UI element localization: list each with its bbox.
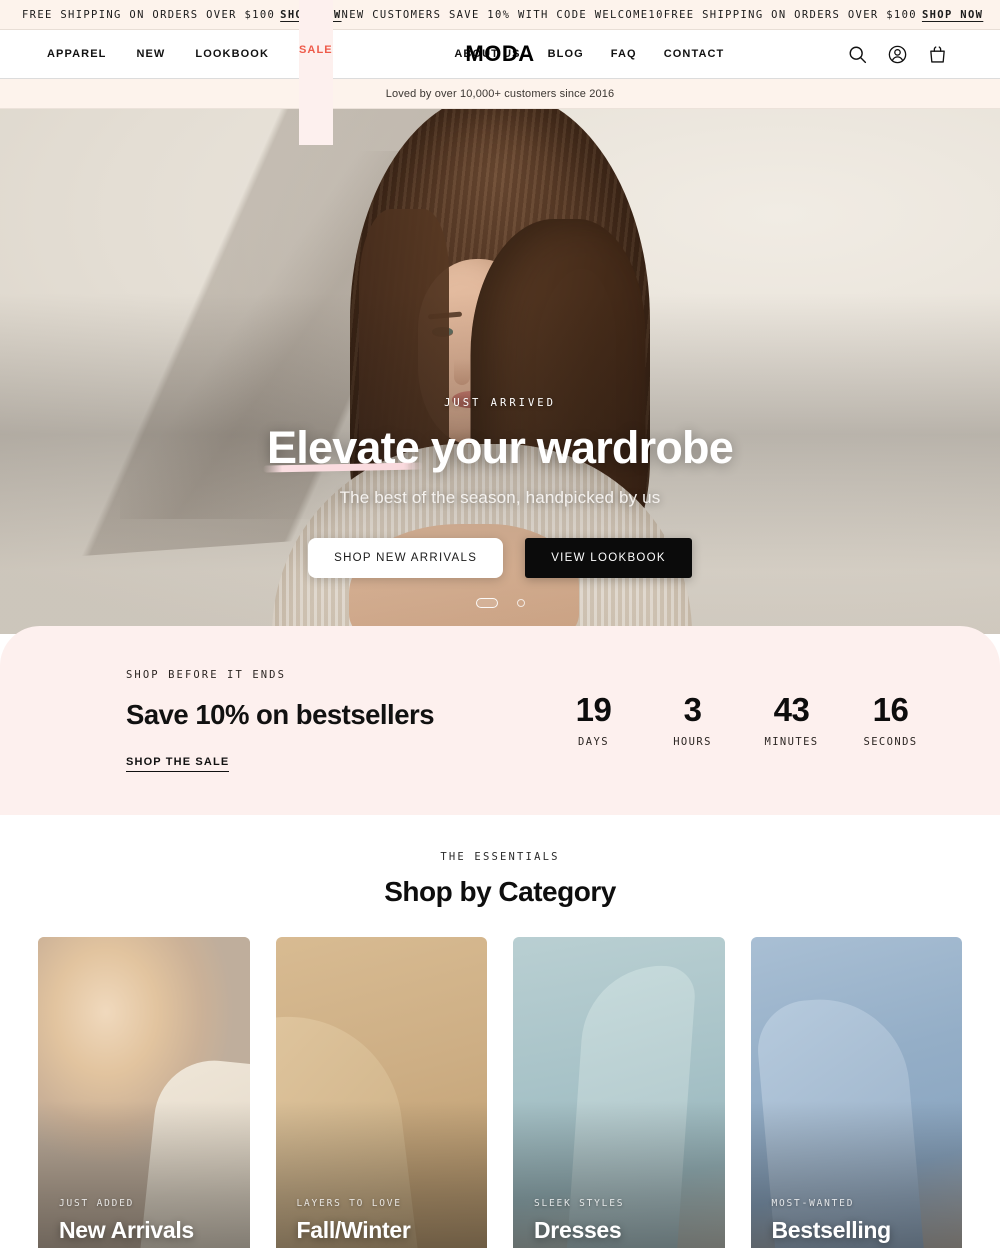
countdown-label-seconds: SECONDS [863, 736, 918, 748]
countdown-value-hours: 3 [683, 691, 702, 728]
hero-banner: JUST ARRIVED Elevate your wardrobe The b… [0, 109, 1000, 634]
category-copy-3: SLEEK STYLES Dresses A look for every oc… [534, 1198, 709, 1248]
sale-countdown-banner: SHOP BEFORE IT ENDS Save 10% on bestsell… [0, 626, 1000, 815]
trust-bar-text: Loved by over 10,000+ customers since 20… [385, 87, 615, 100]
shop-new-arrivals-button[interactable]: SHOP NEW ARRIVALS [308, 537, 504, 578]
category-grid: JUST ADDED New Arrivals Shop the latest … [0, 937, 1000, 1248]
hero-title: Elevate your wardrobe [267, 422, 734, 473]
nav-item-contact[interactable]: CONTACT [664, 48, 725, 60]
category-title-2: Fall/Winter [296, 1217, 411, 1243]
announcement-item-2[interactable]: NEW CUSTOMERS SAVE 10% WITH CODE WELCOME… [342, 9, 664, 21]
countdown-unit-hours: 3 HOURS [643, 693, 742, 748]
sale-title: Save 10% on bestsellers [126, 699, 435, 730]
category-card-fall-winter[interactable]: LAYERS TO LOVE Fall/Winter Stay warm & b… [275, 937, 487, 1248]
hero-subtitle: The best of the season, handpicked by us [339, 487, 661, 507]
category-eyebrow-1: JUST ADDED [59, 1198, 135, 1209]
category-section-eyebrow: THE ESSENTIALS [440, 851, 560, 863]
category-eyebrow-3: SLEEK STYLES [534, 1198, 625, 1209]
nav-item-new[interactable]: NEW [136, 48, 165, 60]
category-title-1: New Arrivals [59, 1217, 194, 1243]
countdown-value-seconds: 16 [872, 691, 909, 728]
hero-title-highlight: Elevate [267, 422, 420, 473]
nav-item-apparel[interactable]: APPAREL [47, 48, 106, 60]
header-actions [846, 42, 950, 66]
category-eyebrow-2: LAYERS TO LOVE [296, 1198, 402, 1209]
announcement-item-3[interactable]: FREE SHIPPING ON ORDERS OVER $100 SHOP NO… [664, 9, 984, 21]
category-section-title: Shop by Category [384, 876, 616, 907]
nav-item-lookbook[interactable]: LOOKBOOK [195, 48, 269, 60]
countdown-label-days: DAYS [578, 736, 609, 748]
announcement-text-3: FREE SHIPPING ON ORDERS OVER $100 [663, 8, 917, 21]
cart-icon[interactable] [926, 42, 950, 66]
countdown-value-days: 19 [575, 691, 612, 728]
countdown-unit-minutes: 43 MINUTES [742, 693, 841, 748]
hero-cta-group: SHOP NEW ARRIVALS VIEW LOOKBOOK [308, 537, 692, 578]
site-header: APPAREL NEW LOOKBOOK SALE MODA ABOUT US … [0, 0, 1000, 145]
countdown-timer: 19 DAYS 3 HOURS 43 MINUTES 16 SECONDS [544, 693, 940, 748]
countdown-value-minutes: 43 [773, 691, 810, 728]
category-section: THE ESSENTIALS Shop by Category JUST ADD… [0, 815, 1000, 1248]
category-card-dresses[interactable]: SLEEK STYLES Dresses A look for every oc… [513, 937, 725, 1248]
nav-item-sale[interactable]: SALE [299, 0, 333, 145]
nav-item-faq[interactable]: FAQ [611, 48, 637, 60]
account-icon[interactable] [886, 42, 910, 66]
announcement-text-2: NEW CUSTOMERS SAVE 10% WITH CODE WELCOME… [341, 8, 664, 21]
category-copy-1: JUST ADDED New Arrivals Shop the latest … [59, 1198, 234, 1248]
countdown-label-minutes: MINUTES [764, 736, 819, 748]
category-title-4: Bestselling [771, 1217, 892, 1243]
site-logo[interactable]: MODA [465, 41, 534, 67]
hero-carousel-dots [0, 598, 1000, 608]
announcement-cta-3[interactable]: SHOP NOW [922, 9, 983, 21]
sale-banner-copy: SHOP BEFORE IT ENDS Save 10% on bestsell… [0, 669, 435, 772]
search-icon[interactable] [846, 42, 870, 66]
hero-title-rest: your wardrobe [419, 422, 734, 473]
category-copy-2: LAYERS TO LOVE Fall/Winter Stay warm & b… [297, 1198, 472, 1248]
nav-item-blog[interactable]: BLOG [548, 48, 584, 60]
countdown-unit-seconds: 16 SECONDS [841, 693, 940, 748]
category-card-new-arrivals[interactable]: JUST ADDED New Arrivals Shop the latest … [38, 937, 250, 1248]
carousel-dot-1[interactable] [475, 598, 498, 608]
view-lookbook-button[interactable]: VIEW LOOKBOOK [525, 537, 692, 578]
countdown-unit-days: 19 DAYS [544, 693, 643, 748]
category-card-bestselling[interactable]: MOST-WANTED Bestselling Your favorites, … [750, 937, 962, 1248]
sale-eyebrow: SHOP BEFORE IT ENDS [126, 669, 287, 681]
category-copy-4: MOST-WANTED Bestselling Your favorites, … [772, 1198, 947, 1248]
hero-eyebrow: JUST ARRIVED [444, 397, 556, 409]
shop-the-sale-link[interactable]: SHOP THE SALE [126, 756, 230, 772]
category-eyebrow-4: MOST-WANTED [771, 1198, 855, 1209]
countdown-label-hours: HOURS [673, 736, 712, 748]
category-title-3: Dresses [534, 1217, 622, 1243]
hero-content: JUST ARRIVED Elevate your wardrobe The b… [0, 397, 1000, 578]
carousel-dot-2[interactable] [516, 599, 525, 607]
